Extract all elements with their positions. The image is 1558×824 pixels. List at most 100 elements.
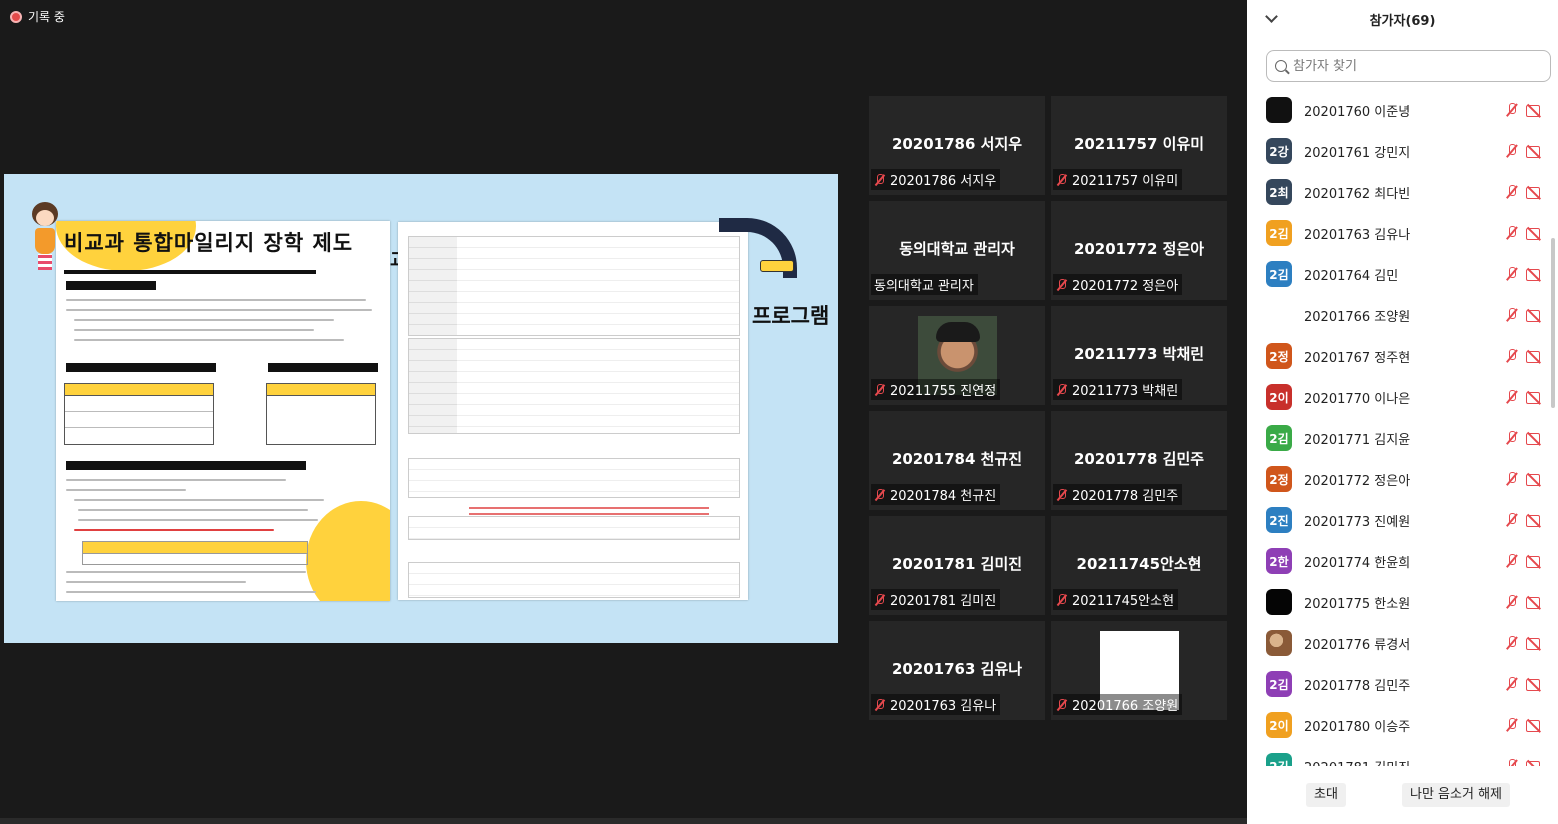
video-tile[interactable]: 20211745안소현 20211745안소현	[1051, 516, 1227, 615]
tile-name-label: 20201763 김유나	[871, 694, 1001, 715]
participant-row[interactable]: 2김 20201781 김미진	[1247, 746, 1547, 766]
video-tile[interactable]: 20201784 천규진 20201784 천규진	[869, 411, 1045, 510]
participant-name: 20201771 김지윤	[1304, 433, 1411, 448]
mic-muted-icon[interactable]	[1505, 308, 1519, 322]
title-underline	[64, 270, 316, 274]
mic-muted-icon[interactable]	[1505, 472, 1519, 486]
video-tile[interactable]: 20201786 서지우 20201786 서지우	[869, 96, 1045, 195]
participant-row[interactable]: 20201760 이준녕	[1247, 90, 1547, 131]
mic-muted-icon[interactable]	[1505, 390, 1519, 404]
mic-muted-icon[interactable]	[1505, 677, 1519, 691]
participant-search[interactable]	[1266, 50, 1551, 82]
video-off-icon[interactable]	[1526, 351, 1544, 363]
video-off-icon[interactable]	[1526, 310, 1544, 322]
mic-muted-icon	[874, 698, 886, 711]
participant-row[interactable]: 2정 20201767 정주현	[1247, 336, 1547, 377]
video-off-icon[interactable]	[1526, 228, 1544, 240]
participant-row[interactable]: 2한 20201774 한윤희	[1247, 541, 1547, 582]
participant-row[interactable]: 2김 20201771 김지윤	[1247, 418, 1547, 459]
mic-muted-icon[interactable]	[1505, 759, 1519, 766]
mic-muted-icon[interactable]	[1505, 554, 1519, 568]
video-off-icon[interactable]	[1526, 679, 1544, 691]
mic-muted-icon[interactable]	[1505, 226, 1519, 240]
shared-screen[interactable]: 비교과 통합마일리지 장학 제도 교	[4, 174, 838, 643]
mic-muted-icon[interactable]	[1505, 431, 1519, 445]
participant-row[interactable]: 2진 20201773 진예원	[1247, 500, 1547, 541]
participant-row[interactable]: 2김 20201764 김민	[1247, 254, 1547, 295]
video-tile[interactable]: 20211757 이유미 20211757 이유미	[1051, 96, 1227, 195]
tile-name-text: 20201772 정은아	[1072, 279, 1179, 294]
mic-muted-icon[interactable]	[1505, 144, 1519, 158]
mic-muted-icon[interactable]	[1505, 636, 1519, 650]
video-off-icon[interactable]	[1526, 638, 1544, 650]
participant-name: 20201764 김민	[1304, 269, 1399, 284]
unmute-me-button[interactable]: 나만 음소거 해제	[1402, 783, 1510, 807]
mic-muted-icon[interactable]	[1505, 349, 1519, 363]
avatar: 2한	[1266, 548, 1292, 574]
participant-row[interactable]: 2정 20201772 정은아	[1247, 459, 1547, 500]
video-off-icon[interactable]	[1526, 269, 1544, 281]
participant-row[interactable]: 2최 20201762 최다빈	[1247, 172, 1547, 213]
video-off-icon[interactable]	[1526, 556, 1544, 568]
participant-row[interactable]: 2김 20201778 김민주	[1247, 664, 1547, 705]
video-tile[interactable]: 20201781 김미진 20201781 김미진	[869, 516, 1045, 615]
participant-row[interactable]: 20201776 류경서	[1247, 623, 1547, 664]
video-off-icon[interactable]	[1526, 146, 1544, 158]
participant-row[interactable]: 2김 20201763 김유나	[1247, 213, 1547, 254]
participant-row[interactable]: 20201775 한소원	[1247, 582, 1547, 623]
video-off-icon[interactable]	[1526, 392, 1544, 404]
video-tile[interactable]: 20201766 조양원	[1051, 621, 1227, 720]
tile-name-text: 20201778 김민주	[1072, 489, 1179, 504]
tile-name-label: 동의대학교 관리자	[871, 274, 978, 295]
invite-button[interactable]: 초대	[1306, 783, 1346, 807]
mascot-girl-image	[30, 202, 60, 272]
participant-row[interactable]: 2이 20201780 이승주	[1247, 705, 1547, 746]
section-header	[66, 461, 306, 470]
mic-muted-icon[interactable]	[1505, 267, 1519, 281]
video-tile[interactable]: 20201763 김유나 20201763 김유나	[869, 621, 1045, 720]
video-off-icon[interactable]	[1526, 474, 1544, 486]
video-tile[interactable]: 20211755 진연정	[869, 306, 1045, 405]
text-line	[66, 309, 372, 311]
mic-muted-icon[interactable]	[1505, 513, 1519, 527]
avatar: 2김	[1266, 671, 1292, 697]
mic-muted-icon	[874, 173, 886, 186]
mic-muted-icon[interactable]	[1505, 718, 1519, 732]
text-line	[66, 489, 186, 491]
mic-muted-icon[interactable]	[1505, 595, 1519, 609]
participant-row[interactable]: 2이 20201770 이나은	[1247, 377, 1547, 418]
recording-indicator[interactable]: 기록 중	[10, 8, 65, 25]
search-input[interactable]	[1293, 58, 1533, 74]
mic-muted-icon	[1056, 383, 1068, 396]
video-tile[interactable]: 20211773 박채린 20211773 박채린	[1051, 306, 1227, 405]
tile-name-text: 20211745안소현	[1072, 594, 1175, 609]
video-tile[interactable]: 동의대학교 관리자 동의대학교 관리자	[869, 201, 1045, 300]
video-tile[interactable]: 20201772 정은아 20201772 정은아	[1051, 201, 1227, 300]
application-form	[398, 222, 748, 600]
video-off-icon[interactable]	[1526, 187, 1544, 199]
mic-muted-icon[interactable]	[1505, 103, 1519, 117]
video-off-icon[interactable]	[1526, 433, 1544, 445]
text-line	[66, 479, 286, 481]
avatar: 2진	[1266, 507, 1292, 533]
avatar: 2김	[1266, 261, 1292, 287]
text-line	[74, 319, 334, 321]
video-off-icon[interactable]	[1526, 105, 1544, 117]
tile-display-name: 20201778 김민주	[1073, 450, 1205, 468]
form-attachments	[408, 338, 740, 527]
video-off-icon[interactable]	[1526, 597, 1544, 609]
mic-muted-icon[interactable]	[1505, 185, 1519, 199]
participant-row[interactable]: 20201766 조양원	[1247, 295, 1547, 336]
participant-name: 20201761 강민지	[1304, 146, 1411, 161]
tile-name-text: 20201766 조양원	[1072, 699, 1179, 714]
tile-name-text: 20201763 김유나	[890, 699, 997, 714]
participant-row[interactable]: 2강 20201761 강민지	[1247, 131, 1547, 172]
video-off-icon[interactable]	[1526, 720, 1544, 732]
participant-name: 20201776 류경서	[1304, 638, 1411, 653]
video-tile[interactable]: 20201778 김민주 20201778 김민주	[1051, 411, 1227, 510]
taskbar-strip	[0, 818, 1247, 824]
video-off-icon[interactable]	[1526, 761, 1544, 766]
video-off-icon[interactable]	[1526, 515, 1544, 527]
scrollbar[interactable]	[1551, 238, 1555, 408]
tile-display-name: 동의대학교 관리자	[899, 240, 1015, 258]
